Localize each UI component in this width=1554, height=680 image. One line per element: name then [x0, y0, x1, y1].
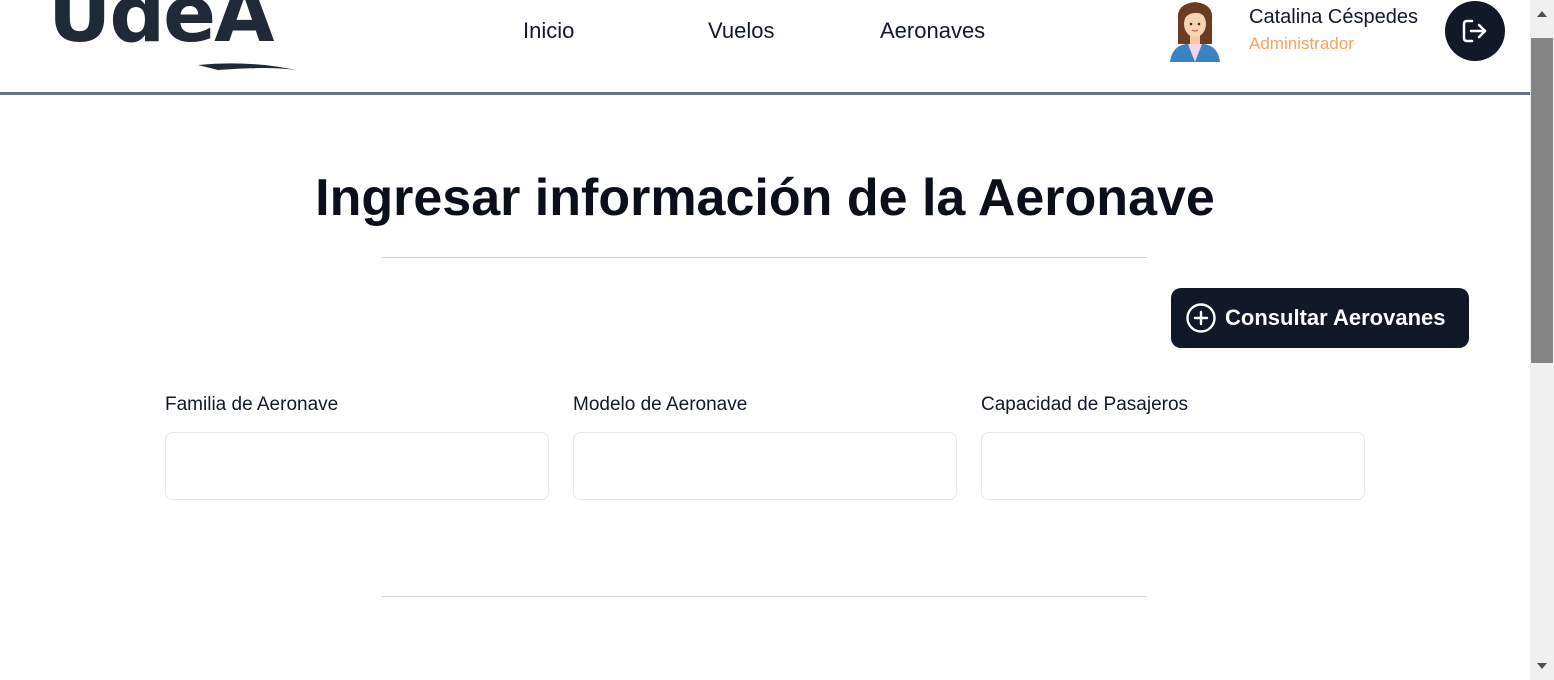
familia-aeronave-input[interactable]: [165, 432, 549, 500]
scroll-up-arrow-icon[interactable]: [1536, 8, 1548, 20]
udea-logo[interactable]: UdeA: [48, 0, 308, 80]
nav-link-inicio[interactable]: Inicio: [523, 18, 574, 44]
header: UdeA Inicio Vuelos Aeronaves Catalina Cé…: [0, 0, 1530, 95]
logo-swoosh-icon: [198, 63, 296, 70]
user-avatar-icon: [1170, 2, 1220, 62]
field-label-familia: Familia de Aeronave: [165, 394, 339, 415]
scrollbar-thumb[interactable]: [1531, 38, 1553, 363]
page: UdeA Inicio Vuelos Aeronaves Catalina Cé…: [0, 0, 1554, 680]
consult-button-label: Consultar Aerovanes: [1225, 305, 1446, 330]
logout-button[interactable]: [1445, 1, 1505, 61]
divider: [382, 596, 1147, 597]
page-title: Ingresar información de la Aeronave: [315, 169, 1215, 227]
plus-circle-icon: [1185, 302, 1217, 334]
field-label-capacidad: Capacidad de Pasajeros: [981, 394, 1189, 415]
logout-icon: [1462, 19, 1487, 43]
divider: [382, 257, 1147, 258]
avatar: [1166, 0, 1224, 62]
field-label-modelo: Modelo de Aeronave: [573, 394, 748, 415]
nav-link-aeronaves[interactable]: Aeronaves: [880, 18, 985, 44]
user-name: Catalina Céspedes: [1249, 6, 1418, 28]
consult-aircraft-button[interactable]: Consultar Aerovanes: [1171, 288, 1469, 348]
capacidad-pasajeros-input[interactable]: [981, 432, 1365, 500]
scroll-down-arrow-icon[interactable]: [1536, 660, 1548, 672]
user-role: Administrador: [1249, 34, 1354, 53]
nav-link-vuelos[interactable]: Vuelos: [708, 18, 774, 44]
modelo-aeronave-input[interactable]: [573, 432, 957, 500]
